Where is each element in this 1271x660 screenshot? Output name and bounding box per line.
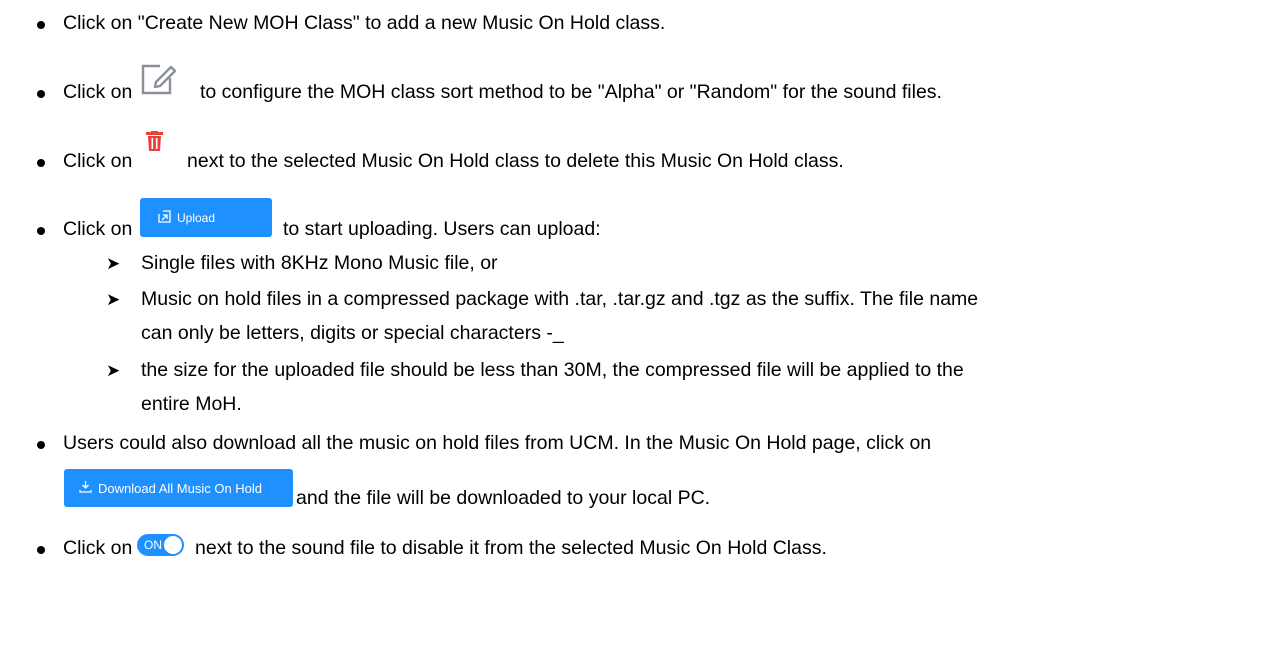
- bullet-create-class-text: Click on "Create New MOH Class" to add a…: [63, 12, 666, 34]
- download-all-button-label: Download All Music On Hold: [98, 480, 263, 496]
- bullet-toggle-suffix: next to the sound file to disable it fro…: [195, 537, 827, 559]
- bullet-edit-suffix: to configure the MOH class sort method t…: [200, 81, 942, 103]
- bullet-download-suffix: and the file will be downloaded to your …: [296, 487, 711, 509]
- edit-icon: [140, 62, 178, 96]
- bullet-upload-prefix: Click on: [63, 218, 133, 240]
- sub-bullet-text: Music on hold files in a compressed pack…: [141, 288, 979, 310]
- bullet-dot: [37, 159, 45, 167]
- bullet-toggle-prefix: Click on: [63, 537, 133, 559]
- arrow-bullet-icon: ➤: [106, 290, 121, 309]
- upload-button-label: Upload: [177, 210, 216, 225]
- trash-icon: [146, 131, 163, 158]
- toggle-knob: [164, 536, 182, 554]
- bullet-dot: [37, 90, 45, 98]
- upload-button[interactable]: Upload: [140, 198, 272, 237]
- sub-bullet-text: entire MoH.: [141, 393, 242, 415]
- bullet-upload-suffix: to start uploading. Users can upload:: [283, 218, 601, 240]
- download-icon: [79, 480, 92, 496]
- bullet-dot: [37, 227, 45, 235]
- upload-icon: [158, 209, 171, 226]
- bullet-delete-prefix: Click on: [63, 150, 133, 172]
- on-toggle[interactable]: ON: [137, 534, 184, 556]
- toggle-label: ON: [144, 538, 162, 552]
- download-all-button[interactable]: Download All Music On Hold: [64, 469, 293, 507]
- bullet-dot: [37, 546, 45, 554]
- sub-bullet-text: can only be letters, digits or special c…: [141, 322, 564, 344]
- bullet-dot: [37, 21, 45, 29]
- sub-bullet-text: Single files with 8KHz Mono Music file, …: [141, 252, 498, 274]
- arrow-bullet-icon: ➤: [106, 361, 121, 380]
- bullet-delete-suffix: next to the selected Music On Hold class…: [187, 150, 844, 172]
- bullet-download-text: Users could also download all the music …: [63, 432, 932, 454]
- arrow-bullet-icon: ➤: [106, 254, 121, 273]
- bullet-edit-prefix: Click on: [63, 81, 133, 103]
- sub-bullet-text: the size for the uploaded file should be…: [141, 359, 964, 381]
- bullet-dot: [37, 441, 45, 449]
